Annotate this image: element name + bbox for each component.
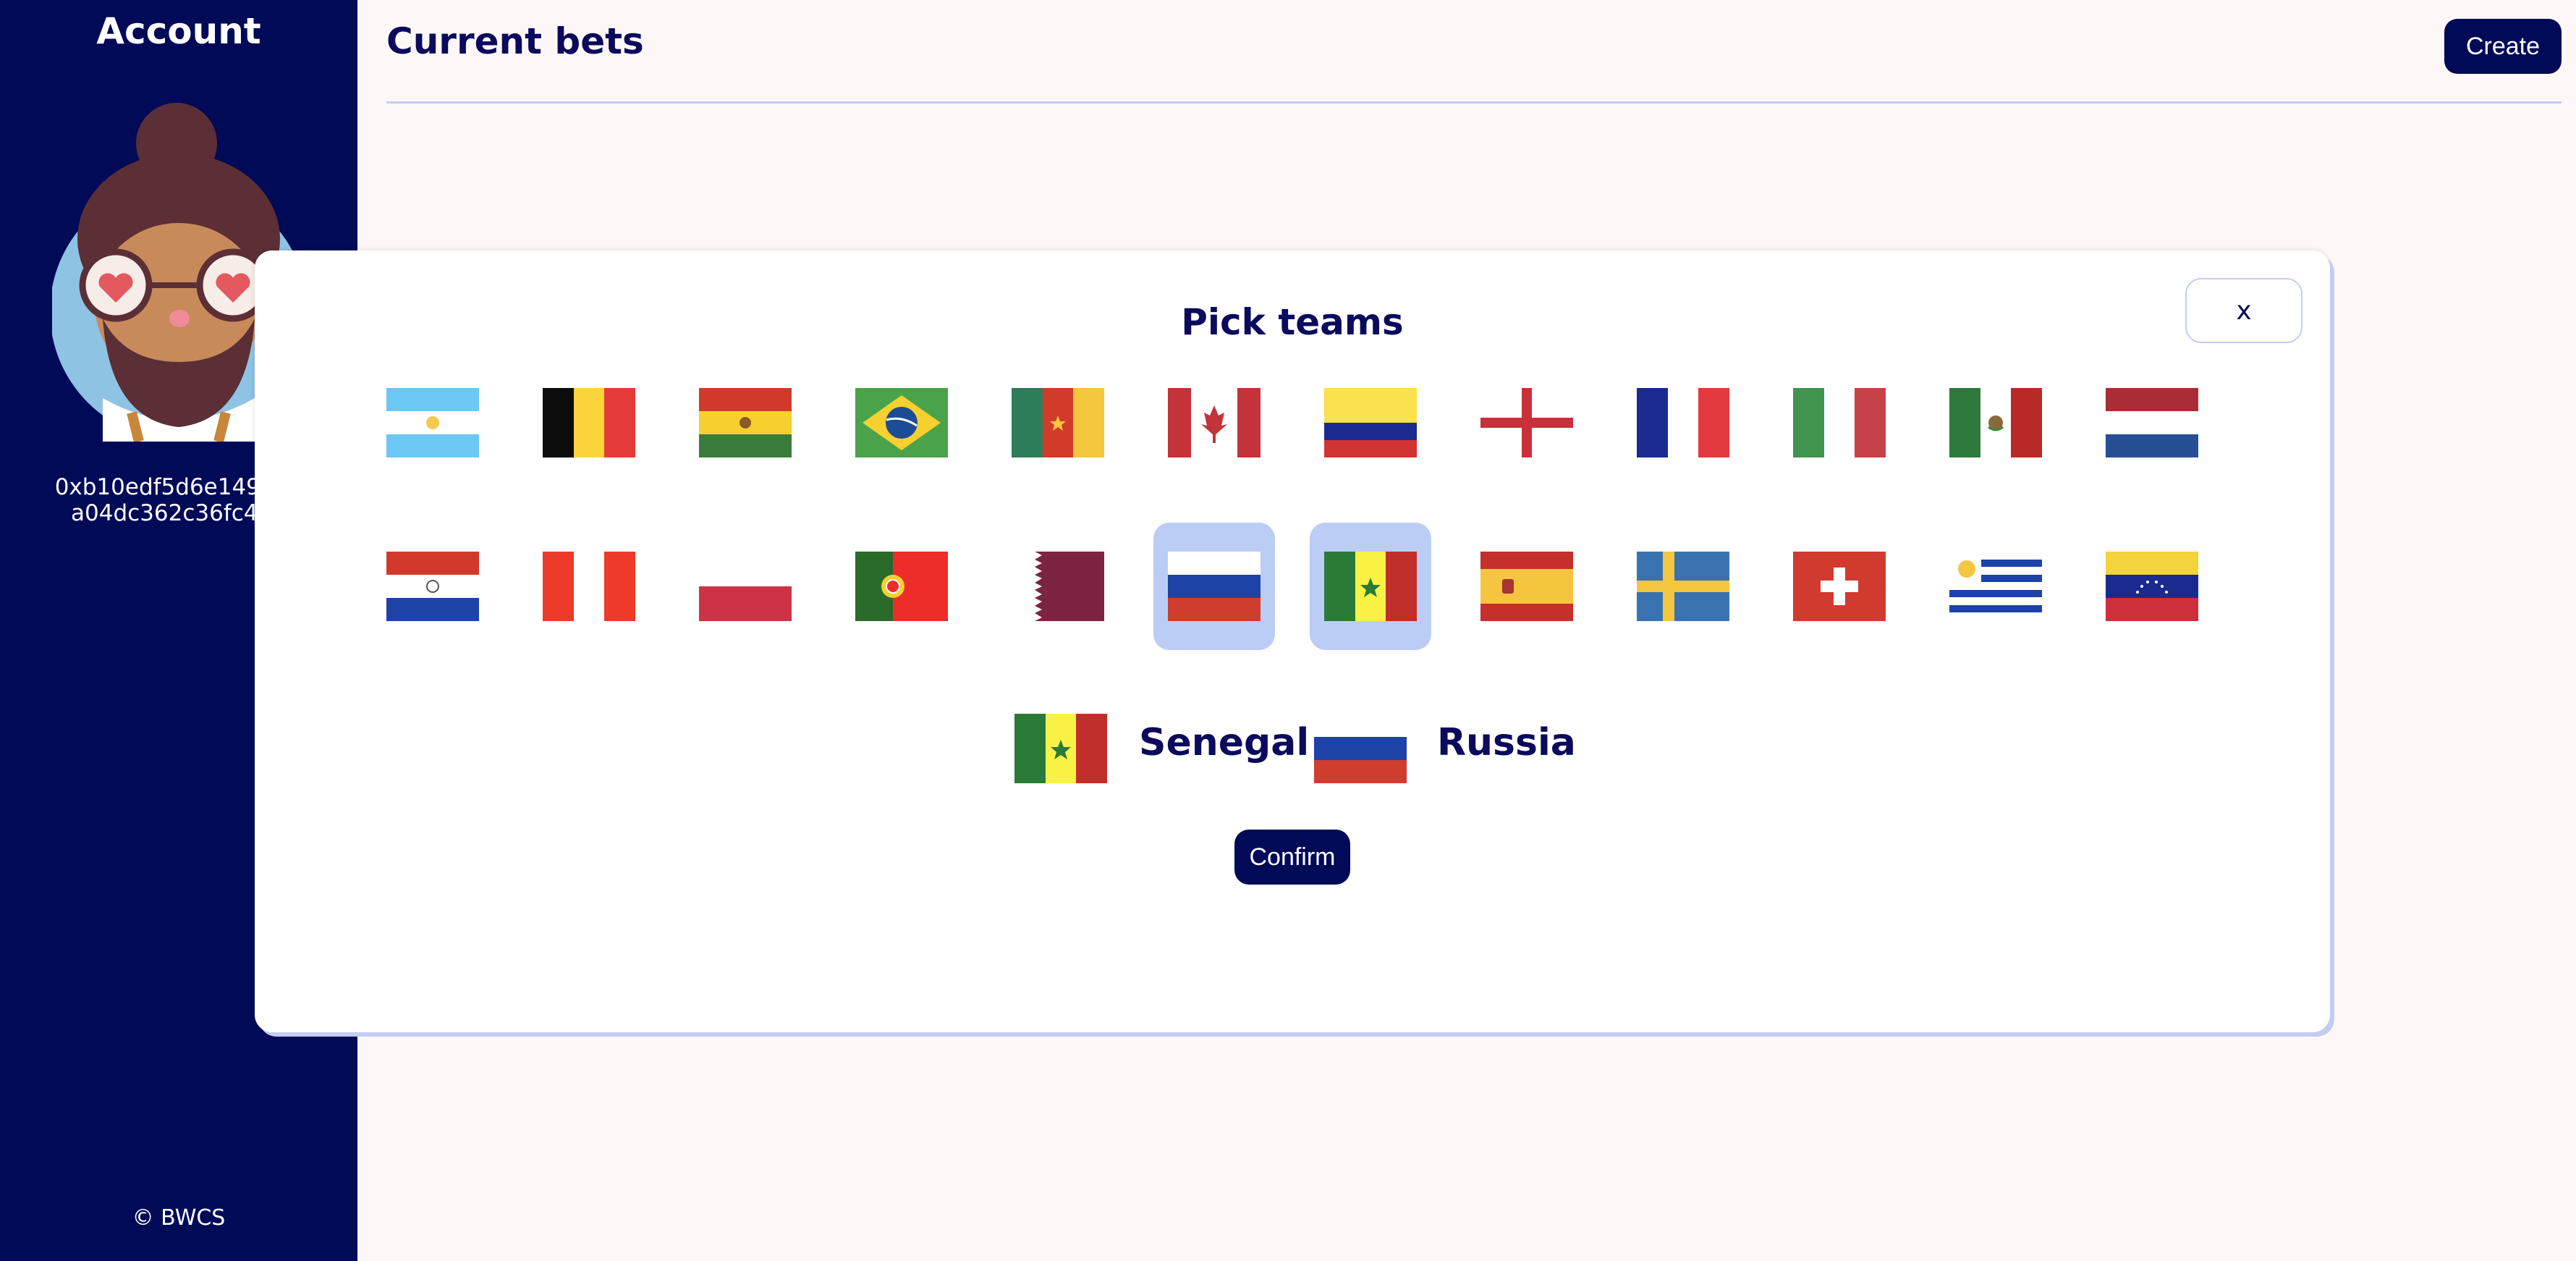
confirm-button[interactable]: Confirm: [1234, 830, 1350, 885]
argentina-flag[interactable]: [372, 359, 493, 486]
sidebar-title: Account: [96, 10, 261, 52]
pick-teams-modal: Pick teams x Senegal Russia Confirm: [255, 250, 2330, 1032]
venezuela-flag[interactable]: [2091, 523, 2213, 650]
france-flag[interactable]: [1622, 359, 1744, 486]
divider: [386, 101, 2562, 104]
russia-flag[interactable]: [1153, 523, 1275, 650]
page-title: Current bets: [386, 20, 644, 62]
close-button[interactable]: x: [2185, 278, 2302, 343]
bolivia-flag[interactable]: [685, 359, 806, 486]
canada-flag[interactable]: [1153, 359, 1275, 486]
italy-flag[interactable]: [1779, 359, 1900, 486]
colombia-flag[interactable]: [1310, 359, 1431, 486]
portugal-flag[interactable]: [841, 523, 962, 650]
qatar-flag[interactable]: [997, 523, 1119, 650]
switzerland-flag[interactable]: [1779, 523, 1900, 650]
mexico-flag[interactable]: [1935, 359, 2056, 486]
brazil-flag[interactable]: [841, 359, 962, 486]
paraguay-flag[interactable]: [372, 523, 493, 650]
copyright: © BWCS: [132, 1205, 226, 1231]
belgium-flag[interactable]: [528, 359, 650, 486]
uruguay-flag[interactable]: [1935, 523, 2056, 650]
picked-russia-flag: [1314, 714, 1407, 783]
create-button[interactable]: Create: [2444, 19, 2562, 74]
picked-team-2: Russia: [1437, 721, 1576, 764]
senegal-flag[interactable]: [1310, 523, 1431, 650]
poland-flag[interactable]: [685, 523, 806, 650]
cameroon-flag[interactable]: [997, 359, 1119, 486]
spain-flag[interactable]: [1466, 523, 1588, 650]
modal-title: Pick teams: [1181, 301, 1404, 343]
picked-team-1: Senegal: [1139, 721, 1310, 764]
england-flag[interactable]: [1466, 359, 1588, 486]
netherlands-flag[interactable]: [2091, 359, 2213, 486]
peru-flag[interactable]: [528, 523, 650, 650]
picked-senegal-flag: [1014, 714, 1107, 783]
sweden-flag[interactable]: [1622, 523, 1744, 650]
